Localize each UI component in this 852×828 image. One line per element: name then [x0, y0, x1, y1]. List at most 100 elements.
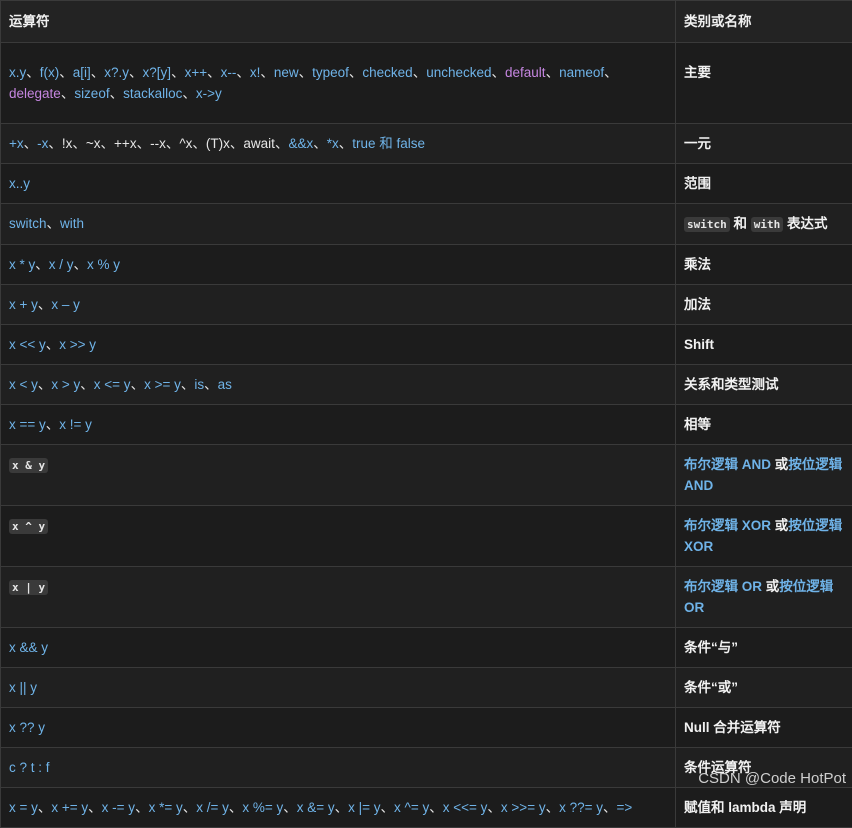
cell-text: ^x: [179, 136, 192, 151]
doc-link[interactable]: a[i]: [73, 65, 91, 80]
doc-link[interactable]: x * y: [9, 257, 35, 272]
doc-link[interactable]: is: [194, 377, 204, 392]
category-cell: 主要: [676, 43, 852, 124]
cell-text: ++x: [114, 136, 137, 151]
doc-link[interactable]: 布尔逻辑 XOR: [684, 518, 771, 533]
cell-text: 加法: [684, 297, 711, 312]
doc-link[interactable]: x / y: [49, 257, 74, 272]
operators-cell: x && y: [1, 628, 676, 668]
cell-text: 主要: [684, 65, 711, 80]
doc-link[interactable]: x |= y: [348, 800, 380, 815]
doc-link[interactable]: &&x: [288, 136, 313, 151]
separator: 、: [275, 136, 289, 151]
doc-link[interactable]: default: [505, 65, 546, 80]
doc-link[interactable]: typeof: [312, 65, 349, 80]
doc-link[interactable]: x >> y: [59, 337, 96, 352]
table-row-logical-xor: x ^ y布尔逻辑 XOR 或按位逻辑 XOR: [1, 506, 852, 567]
doc-link[interactable]: sizeof: [74, 86, 109, 101]
doc-link[interactable]: x.y: [9, 65, 26, 80]
doc-link[interactable]: unchecked: [426, 65, 491, 80]
doc-link[interactable]: switch: [9, 216, 47, 231]
doc-link[interactable]: x?[y]: [143, 65, 172, 80]
separator: 、: [192, 136, 206, 151]
doc-link[interactable]: -x: [37, 136, 48, 151]
table-row-conditional-or: x || y条件“或”: [1, 668, 852, 708]
doc-link[interactable]: x?.y: [104, 65, 129, 80]
category-cell: Shift: [676, 325, 852, 365]
operators-cell: x & y: [1, 445, 676, 506]
table-row-multiplicative: x * y、x / y、x % y乘法: [1, 245, 852, 285]
doc-link[interactable]: x <= y: [94, 377, 131, 392]
doc-link[interactable]: x != y: [59, 417, 92, 432]
doc-link[interactable]: x && y: [9, 640, 48, 655]
doc-link[interactable]: =>: [616, 800, 632, 815]
doc-link[interactable]: 布尔逻辑 AND: [684, 457, 771, 472]
doc-link[interactable]: with: [60, 216, 84, 231]
doc-link[interactable]: *x: [327, 136, 339, 151]
doc-link[interactable]: x!: [250, 65, 261, 80]
doc-link[interactable]: x + y: [9, 297, 38, 312]
doc-link[interactable]: x *= y: [149, 800, 183, 815]
doc-link[interactable]: x <<= y: [443, 800, 488, 815]
separator: 、: [46, 337, 60, 352]
operators-cell: x..y: [1, 164, 676, 204]
doc-link[interactable]: f(x): [40, 65, 60, 80]
doc-link[interactable]: x % y: [87, 257, 120, 272]
doc-link[interactable]: x->y: [196, 86, 222, 101]
doc-link[interactable]: x %= y: [242, 800, 283, 815]
doc-link[interactable]: nameof: [559, 65, 604, 80]
separator: 、: [487, 800, 501, 815]
doc-link[interactable]: x = y: [9, 800, 38, 815]
doc-link[interactable]: checked: [362, 65, 412, 80]
doc-link[interactable]: x += y: [51, 800, 88, 815]
header-operators: 运算符: [1, 1, 676, 43]
doc-link[interactable]: x &= y: [297, 800, 335, 815]
doc-link[interactable]: c ? t : f: [9, 760, 50, 775]
doc-link[interactable]: as: [218, 377, 232, 392]
doc-link[interactable]: delegate: [9, 86, 61, 101]
header-category: 类别或名称: [676, 1, 852, 43]
separator: 、: [35, 257, 49, 272]
doc-link[interactable]: x..y: [9, 176, 30, 191]
doc-link[interactable]: +x: [9, 136, 24, 151]
category-cell: switch 和 with 表达式: [676, 204, 852, 245]
doc-link[interactable]: new: [274, 65, 299, 80]
doc-link[interactable]: x > y: [51, 377, 80, 392]
separator: 、: [313, 136, 327, 151]
separator: 、: [38, 800, 52, 815]
doc-link[interactable]: x -= y: [102, 800, 135, 815]
cell-text: 或: [762, 579, 779, 594]
operators-cell: x.y、f(x)、a[i]、x?.y、x?[y]、x++、x--、x!、new、…: [1, 43, 676, 124]
doc-link[interactable]: x || y: [9, 680, 37, 695]
doc-link[interactable]: x == y: [9, 417, 46, 432]
separator: 、: [48, 136, 62, 151]
doc-link[interactable]: x – y: [51, 297, 80, 312]
doc-link[interactable]: true 和 false: [352, 136, 425, 151]
doc-link[interactable]: x ^= y: [394, 800, 429, 815]
doc-link[interactable]: x ??= y: [559, 800, 603, 815]
doc-link[interactable]: x << y: [9, 337, 46, 352]
separator: 、: [339, 136, 353, 151]
inline-code: with: [751, 217, 784, 232]
table-row-equality: x == y、x != y相等: [1, 405, 852, 445]
doc-link[interactable]: x ?? y: [9, 720, 45, 735]
doc-link[interactable]: x /= y: [196, 800, 229, 815]
separator: 、: [110, 86, 124, 101]
separator: 、: [603, 800, 617, 815]
separator: 、: [74, 257, 88, 272]
doc-link[interactable]: stackalloc: [123, 86, 182, 101]
table-row-conditional-and: x && y条件“与”: [1, 628, 852, 668]
operators-cell: x < y、x > y、x <= y、x >= y、is、as: [1, 365, 676, 405]
table-row-logical-and: x & y布尔逻辑 AND 或按位逻辑 AND: [1, 445, 852, 506]
doc-link[interactable]: x >>= y: [501, 800, 546, 815]
table-row-assignment: x = y、x += y、x -= y、x *= y、x /= y、x %= y…: [1, 788, 852, 828]
cell-text: Shift: [684, 337, 714, 352]
table-row-shift: x << y、x >> y Shift: [1, 325, 852, 365]
separator: 、: [236, 65, 250, 80]
cell-text: 相等: [684, 417, 711, 432]
doc-link[interactable]: x--: [221, 65, 237, 80]
doc-link[interactable]: x < y: [9, 377, 38, 392]
doc-link[interactable]: 布尔逻辑 OR: [684, 579, 762, 594]
doc-link[interactable]: x++: [185, 65, 208, 80]
doc-link[interactable]: x >= y: [144, 377, 181, 392]
